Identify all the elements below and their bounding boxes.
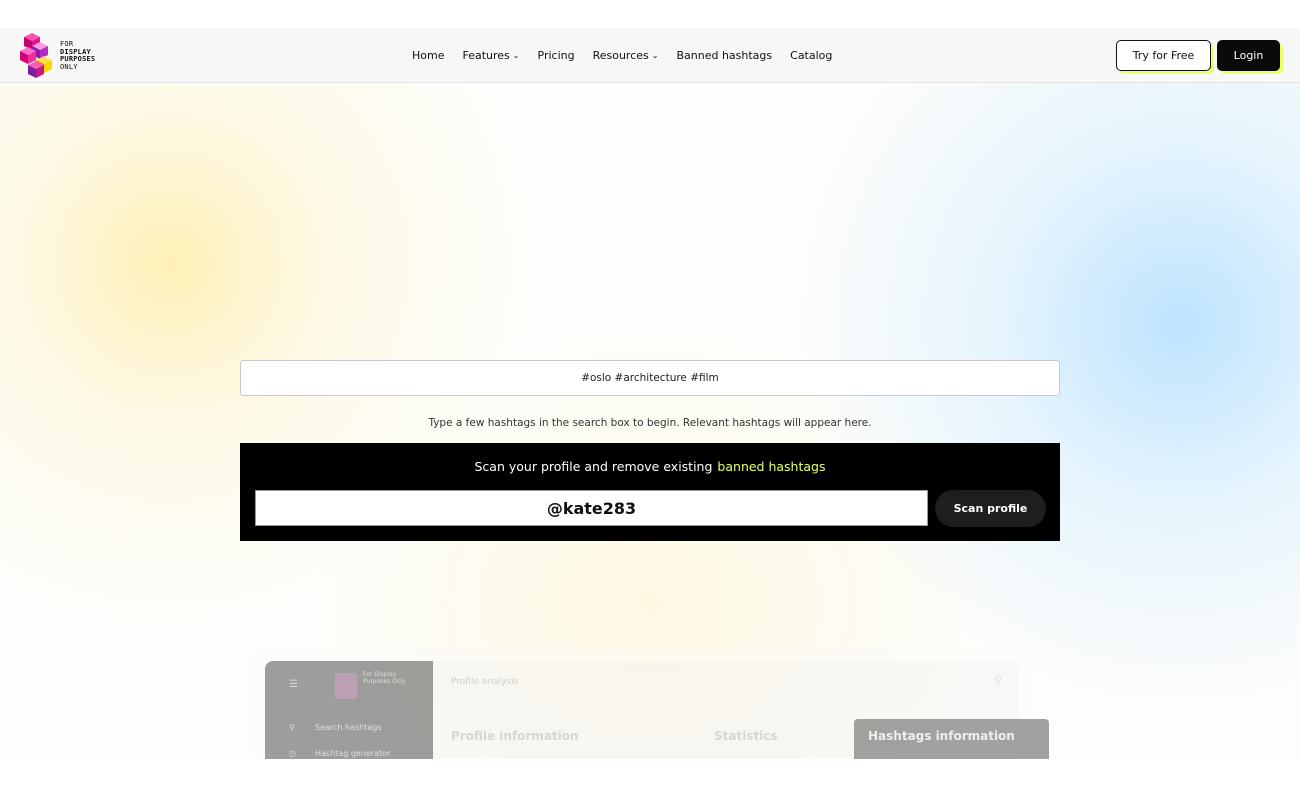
logo-line: ONLY xyxy=(60,62,78,71)
search-icon: ⚲ xyxy=(994,675,1002,686)
nav-item-banned-hashtags[interactable]: Banned hashtags xyxy=(676,49,772,62)
preview-sidebar: ☰ For Display Purposes Only ⚲ Search has… xyxy=(265,661,433,759)
menu-icon: ☰ xyxy=(289,679,298,690)
nav-item-resources[interactable]: Resources ⌄ xyxy=(593,49,659,62)
scan-title-text: Scan your profile and remove existing xyxy=(474,459,713,474)
username-input[interactable]: @kate283 xyxy=(255,490,928,526)
nav-item-label: Home xyxy=(412,48,445,62)
preview-brand: For Display Purposes Only xyxy=(363,671,406,685)
preview-section-profile: Profile information xyxy=(451,729,579,743)
hero-section: #oslo #architecture #film Type a few has… xyxy=(0,83,1300,759)
nav-item-label: Catalog xyxy=(790,48,833,62)
bottom-strip xyxy=(0,759,1300,788)
preview-card-title: Hashtags information xyxy=(868,729,1015,743)
nav-item-features[interactable]: Features ⌄ xyxy=(462,49,519,62)
nav-item-home[interactable]: Home xyxy=(412,49,444,62)
search-hint: Type a few hashtags in the search box to… xyxy=(428,417,872,429)
preview-logo xyxy=(335,673,357,699)
preview-nav-item: Search hashtags xyxy=(315,723,382,732)
top-strip xyxy=(0,0,1300,28)
app-preview: ☰ For Display Purposes Only ⚲ Search has… xyxy=(250,647,1049,759)
clock-icon: ◷ xyxy=(289,749,296,758)
chevron-down-icon: ⌄ xyxy=(512,50,520,60)
logo-text: FOR DISPLAY PURPOSES ONLY xyxy=(60,40,95,71)
preview-section-statistics: Statistics xyxy=(714,729,778,743)
nav-item-pricing[interactable]: Pricing xyxy=(538,49,575,62)
main-nav: Home Features ⌄ Pricing Resources ⌄ Bann… xyxy=(412,28,850,82)
logo-mark-icon xyxy=(20,33,52,78)
search-icon: ⚲ xyxy=(289,723,295,732)
nav-item-catalog[interactable]: Catalog xyxy=(790,49,832,62)
preview-hashtags-card: Hashtags information xyxy=(854,719,1049,759)
preview-nav-item: Hashtag generator xyxy=(315,749,391,758)
logo[interactable]: FOR DISPLAY PURPOSES ONLY xyxy=(18,33,110,79)
hashtag-search-input[interactable]: #oslo #architecture #film xyxy=(240,360,1060,396)
try-for-free-button[interactable]: Try for Free xyxy=(1116,40,1211,71)
scan-title: Scan your profile and remove existing ban… xyxy=(240,459,1060,474)
nav-item-label: Banned hashtags xyxy=(676,48,773,62)
navbar: FOR DISPLAY PURPOSES ONLY Home Features … xyxy=(0,28,1300,83)
scan-profile-button[interactable]: Scan profile xyxy=(935,490,1046,527)
banned-hashtags-highlight[interactable]: banned hashtags xyxy=(717,459,825,474)
scan-profile-panel: Scan your profile and remove existing ban… xyxy=(240,443,1060,541)
nav-item-label: Resources xyxy=(592,48,649,62)
nav-item-label: Features xyxy=(462,48,510,62)
chevron-down-icon: ⌄ xyxy=(651,50,659,60)
preview-header-title: Profile analysis xyxy=(451,677,519,687)
login-button[interactable]: Login xyxy=(1217,40,1280,71)
nav-item-label: Pricing xyxy=(537,48,575,62)
